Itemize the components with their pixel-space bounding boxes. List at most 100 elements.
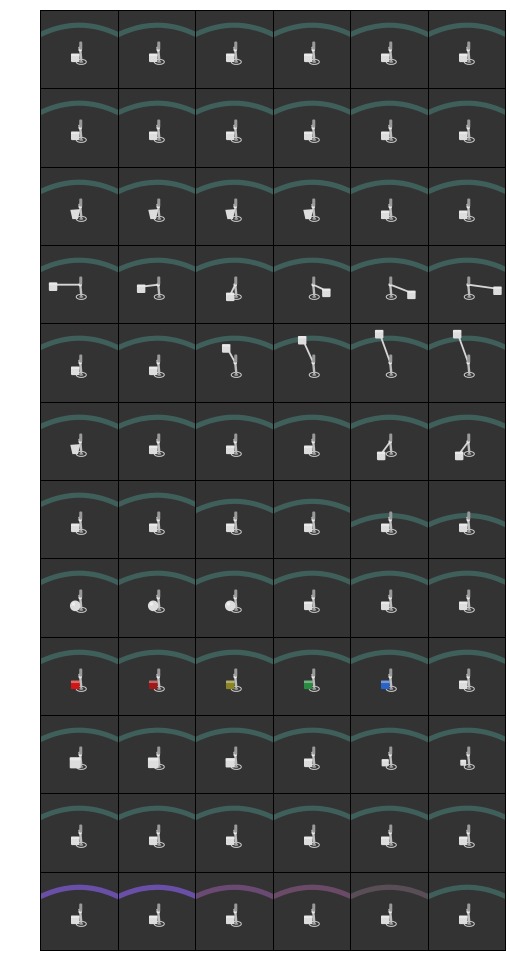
frame-thumbnail: [41, 167, 118, 245]
scene-render: [118, 559, 195, 637]
scene-render: [351, 324, 428, 402]
target-object: [148, 366, 157, 376]
scene-render: [118, 402, 195, 480]
scene-render: [41, 246, 118, 324]
scene-render: [428, 402, 505, 480]
frame-thumbnail: [428, 794, 505, 872]
target-object: [454, 451, 463, 460]
frame-thumbnail: [273, 167, 350, 245]
scene-render: [428, 246, 505, 324]
target-object: [148, 836, 157, 846]
scene-render: [351, 872, 428, 950]
frame-thumbnail: [41, 637, 118, 715]
scene-render: [273, 11, 350, 89]
scene-render: [351, 481, 428, 559]
scene-render: [196, 872, 273, 950]
target-object: [380, 523, 390, 533]
frame-thumbnail: [351, 872, 428, 950]
scene-render: [351, 246, 428, 324]
frame-thumbnail: [351, 324, 428, 402]
frame-thumbnail: [428, 716, 505, 794]
scene-render: [41, 402, 118, 480]
frame-thumbnail: [351, 11, 428, 89]
frame-thumbnail: [118, 872, 195, 950]
frame-thumbnail: [41, 481, 118, 559]
frame-thumbnail: [428, 637, 505, 715]
frame-thumbnail: [41, 716, 118, 794]
frame-thumbnail: [273, 324, 350, 402]
frame-thumbnail: [351, 481, 428, 559]
frame-thumbnail: [351, 716, 428, 794]
frame-thumbnail: [196, 324, 273, 402]
target-object: [225, 680, 235, 689]
frame-thumbnail: [118, 89, 195, 167]
target-object: [458, 210, 467, 219]
target-object: [225, 445, 235, 454]
target-object: [69, 757, 81, 769]
scene-render: [118, 324, 195, 402]
frame-thumbnail: [428, 11, 505, 89]
target-object: [148, 445, 157, 454]
scene-render: [428, 89, 505, 167]
scene-render: [273, 637, 350, 715]
frame-thumbnail: [196, 559, 273, 637]
target-object: [303, 758, 312, 768]
scene-render: [196, 402, 273, 480]
frame-thumbnail: [196, 481, 273, 559]
scene-render: [196, 324, 273, 402]
target-object: [380, 210, 390, 219]
target-object: [225, 523, 235, 533]
frame-thumbnail: [273, 246, 350, 324]
frame-thumbnail: [41, 89, 118, 167]
target-object: [225, 915, 235, 924]
frame-thumbnail: [428, 324, 505, 402]
scene-render: [351, 167, 428, 245]
scene-render: [428, 872, 505, 950]
target-object: [136, 284, 145, 294]
target-object: [376, 451, 386, 460]
frame-thumbnail: [273, 11, 350, 89]
scene-render: [118, 637, 195, 715]
scene-render: [428, 637, 505, 715]
target-object: [374, 330, 384, 339]
scene-render: [41, 89, 118, 167]
scene-render: [428, 167, 505, 245]
scene-render: [196, 637, 273, 715]
target-object: [70, 915, 80, 924]
scene-render: [196, 481, 273, 559]
scene-render: [41, 11, 118, 89]
target-object: [458, 915, 467, 924]
scene-render: [41, 716, 118, 794]
scene-render: [196, 11, 273, 89]
frame-thumbnail: [41, 794, 118, 872]
frame-thumbnail: [41, 402, 118, 480]
frame-thumbnail: [196, 794, 273, 872]
scene-render: [196, 559, 273, 637]
scene-render: [351, 89, 428, 167]
scene-render: [41, 794, 118, 872]
target-object: [303, 523, 312, 533]
frame-thumbnail: [118, 324, 195, 402]
scene-render: [196, 89, 273, 167]
target-object: [70, 680, 80, 689]
frame-thumbnail: [196, 89, 273, 167]
scene-render: [41, 167, 118, 245]
frame-thumbnail: [428, 89, 505, 167]
target-object: [458, 836, 467, 846]
target-object: [458, 680, 467, 689]
frame-thumbnail: [196, 872, 273, 950]
scene-render: [428, 716, 505, 794]
scene-render: [41, 324, 118, 402]
scene-render: [196, 167, 273, 245]
frame-thumbnail: [118, 559, 195, 637]
frame-thumbnail: [118, 402, 195, 480]
target-object: [148, 53, 157, 63]
target-object: [48, 282, 58, 291]
frame-thumbnail: [428, 559, 505, 637]
frame-thumbnail: [351, 246, 428, 324]
frame-thumbnail: [118, 11, 195, 89]
scene-render: [118, 11, 195, 89]
frame-thumbnail: [196, 402, 273, 480]
frame-thumbnail: [196, 716, 273, 794]
target-object: [148, 523, 157, 533]
